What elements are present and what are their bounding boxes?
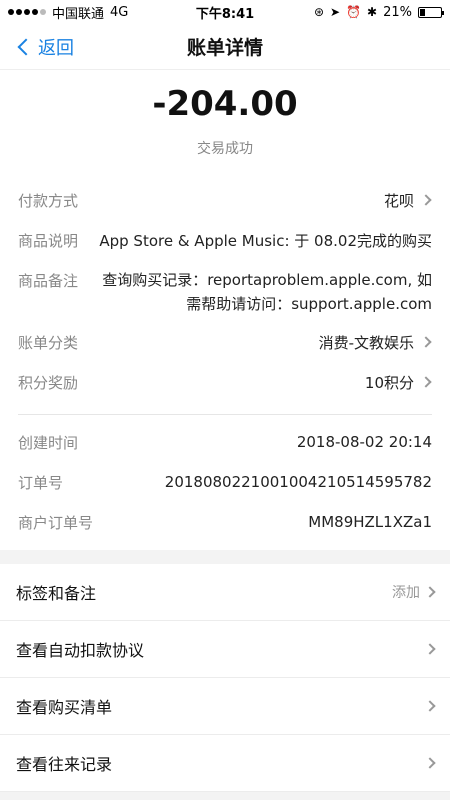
chevron-right-icon <box>420 376 432 388</box>
detail-row-points-reward[interactable]: 积分奖励 10积分 <box>0 362 450 402</box>
back-button[interactable]: 返回 <box>17 34 74 60</box>
menu-item-label: 查看自动扣款协议 <box>16 641 145 660</box>
chevron-right-icon <box>424 643 436 655</box>
menu-item-label: 标签和备注 <box>16 584 97 603</box>
menu-item-purchase-list[interactable]: 查看购买清单 <box>0 678 450 735</box>
meta-row-merchant-order-number: 商户订单号 MM89HZL1XZa1 <box>0 502 450 542</box>
orientation-lock-icon: ⊛ <box>313 5 325 19</box>
meta-label: 创建时间 <box>18 433 79 452</box>
menu-item-tags-notes[interactable]: 标签和备注 添加 <box>0 564 450 621</box>
detail-value: App Store & Apple Music: 于 08.02完成的购买 <box>99 231 432 250</box>
meta-value: MM89HZL1XZa1 <box>308 513 432 531</box>
chevron-left-icon <box>17 38 35 56</box>
meta-label: 订单号 <box>18 473 64 492</box>
detail-row-product-description: 商品说明 App Store & Apple Music: 于 08.02完成的… <box>0 220 450 260</box>
detail-value: 消费-文教娱乐 <box>318 333 414 352</box>
detail-row-bill-category[interactable]: 账单分类 消费-文教娱乐 <box>0 322 450 362</box>
action-menu: 标签和备注 添加 查看自动扣款协议 查看购买清单 查看往来记录 <box>0 564 450 792</box>
back-label: 返回 <box>38 38 74 59</box>
add-action-label: 添加 <box>392 585 420 601</box>
chevron-right-icon <box>424 700 436 712</box>
meta-value: 2018-08-02 20:14 <box>296 433 432 451</box>
meta-label: 商户订单号 <box>18 513 94 532</box>
detail-value-line: 需帮助请访问：support.apple.com <box>186 295 432 313</box>
detail-row-payment-method[interactable]: 付款方式 花呗 <box>0 180 450 220</box>
chevron-right-icon <box>424 757 436 769</box>
meta-row-order-number: 订单号 20180802210010042105145957​82 <box>0 462 450 502</box>
detail-value: 花呗 <box>383 191 414 210</box>
detail-label: 商品备注 <box>18 272 79 290</box>
detail-section: 付款方式 花呗 商品说明 App Store & Apple Music: 于 … <box>0 180 450 402</box>
menu-item-auto-debit-agreement[interactable]: 查看自动扣款协议 <box>0 621 450 678</box>
amount-summary: -204.00 交易成功 <box>0 70 450 170</box>
navigation-bar: 返回 账单详情 <box>0 24 450 70</box>
detail-value: 查询购买记录：reportaproblem.apple.com, 如 需帮助请访… <box>98 268 432 316</box>
detail-label: 积分奖励 <box>18 373 79 392</box>
chevron-right-icon <box>424 586 436 598</box>
meta-value: 20180802210010042105145957​82 <box>164 473 432 491</box>
detail-label: 商品说明 <box>18 231 79 250</box>
menu-item-label: 查看购买清单 <box>16 698 113 717</box>
network-type: 4G <box>110 4 129 20</box>
menu-item-label: 查看往来记录 <box>16 755 113 774</box>
detail-label: 付款方式 <box>18 191 79 210</box>
bottom-gap <box>0 792 450 800</box>
page-title: 账单详情 <box>186 37 263 59</box>
section-divider <box>18 414 432 415</box>
meta-row-created-time: 创建时间 2018-08-02 20:14 <box>0 422 450 462</box>
battery-icon <box>418 6 444 18</box>
location-icon: ➤ <box>330 5 341 19</box>
detail-label: 账单分类 <box>18 333 79 352</box>
detail-row-product-note: 商品备注 查询购买记录：reportaproblem.apple.com, 如 … <box>0 260 450 318</box>
signal-strength-icon <box>8 9 46 15</box>
carrier-name: 中国联通 <box>52 6 105 22</box>
menu-item-transaction-history[interactable]: 查看往来记录 <box>0 735 450 792</box>
battery-percent: 21% <box>383 4 412 20</box>
detail-value-line: 查询购买记录：reportaproblem.apple.com, 如 <box>102 271 432 289</box>
battery-fill <box>420 8 425 16</box>
chevron-right-icon <box>420 194 432 206</box>
transaction-amount: -204.00 <box>152 84 298 124</box>
status-bar: 中国联通 4G 下午8:41 ⊛ ➤ ⏰ ✱ 21% <box>0 0 450 24</box>
detail-value: 10积分 <box>364 373 414 392</box>
transaction-status: 交易成功 <box>197 141 253 157</box>
order-meta-section: 创建时间 2018-08-02 20:14 订单号 20180802210010… <box>0 422 450 542</box>
alarm-icon: ⏰ <box>346 5 362 19</box>
section-gap <box>0 550 450 564</box>
chevron-right-icon <box>420 336 432 348</box>
bluetooth-icon: ✱ <box>367 5 378 19</box>
